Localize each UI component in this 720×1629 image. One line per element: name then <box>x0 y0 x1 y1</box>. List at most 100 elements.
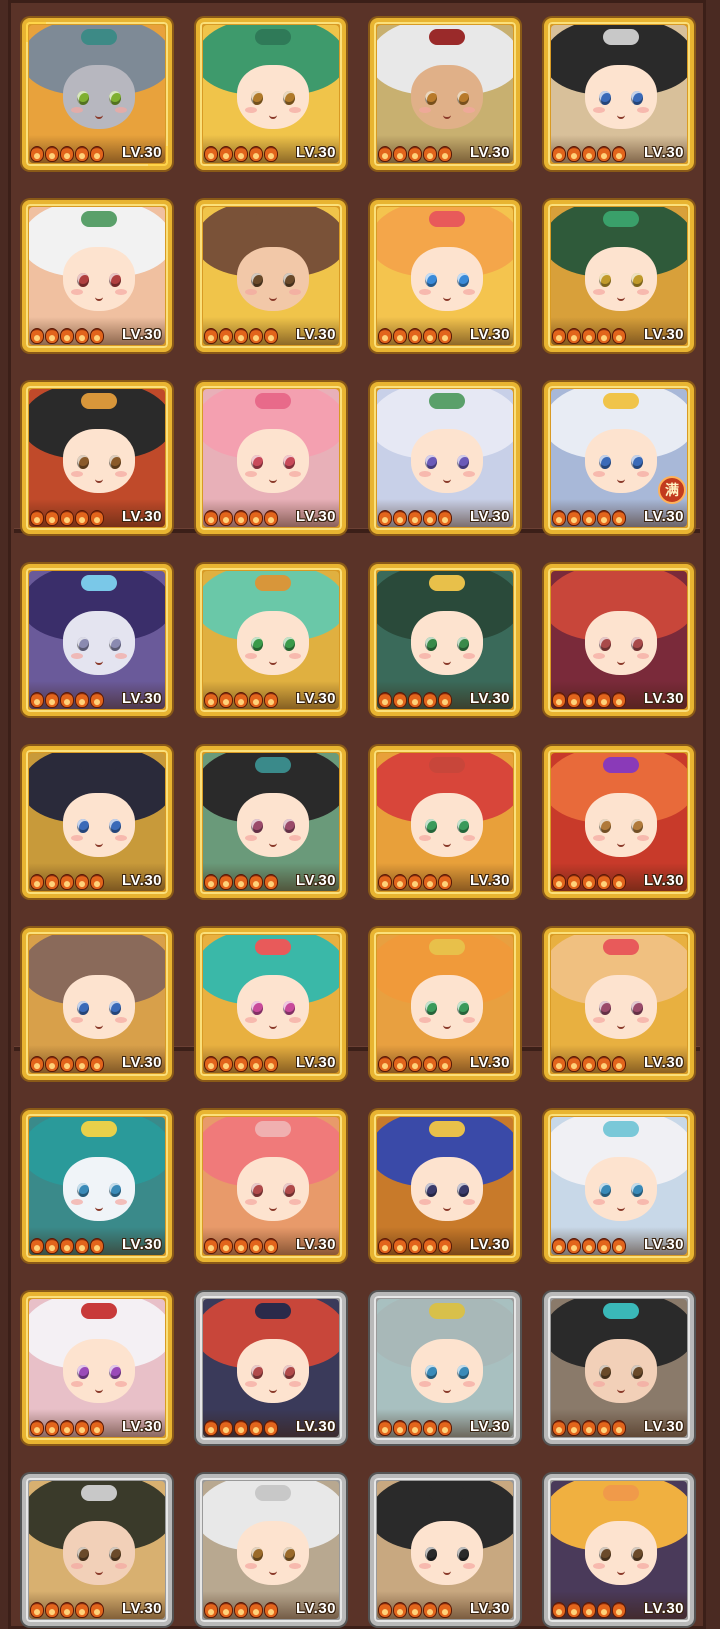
star-rating <box>204 1420 278 1436</box>
hero-mouth <box>617 295 625 301</box>
hero-card[interactable]: LV.30 <box>196 1110 346 1262</box>
hero-card[interactable]: LV.30 满 <box>544 382 694 534</box>
hero-card[interactable]: LV.30 <box>196 564 346 716</box>
hero-card[interactable]: LV.30 <box>22 564 172 716</box>
hero-ornament <box>429 211 465 227</box>
hero-eye <box>425 637 437 651</box>
level-label: LV.30 <box>469 144 510 161</box>
level-label: LV.30 <box>295 1418 336 1435</box>
hero-blush <box>637 653 649 659</box>
flame-star-icon <box>264 874 278 890</box>
flame-star-icon <box>90 692 104 708</box>
star-rating <box>378 1602 452 1618</box>
flame-star-icon <box>45 328 59 344</box>
level-label: LV.30 <box>295 144 336 161</box>
hero-card[interactable]: LV.30 <box>22 1110 172 1262</box>
star-rating <box>552 874 626 890</box>
hero-eye <box>77 819 89 833</box>
star-rating <box>30 146 104 162</box>
flame-star-icon <box>30 1420 44 1436</box>
hero-card[interactable]: LV.30 <box>196 928 346 1080</box>
hero-ornament <box>255 1303 291 1319</box>
flame-star-icon <box>612 1056 626 1072</box>
hero-card[interactable]: LV.30 <box>544 1110 694 1262</box>
flame-star-icon <box>438 692 452 708</box>
hero-card[interactable]: LV.30 <box>196 746 346 898</box>
hero-eye <box>251 637 263 651</box>
hero-card[interactable]: LV.30 <box>370 928 520 1080</box>
hero-card[interactable]: LV.30 <box>370 746 520 898</box>
hero-card[interactable]: LV.30 <box>370 1292 520 1444</box>
hero-blush <box>463 1199 475 1205</box>
flame-star-icon <box>204 146 218 162</box>
hero-blush <box>115 835 127 841</box>
hero-portrait <box>551 1117 687 1255</box>
hero-card[interactable]: LV.30 <box>22 18 172 170</box>
hero-ornament <box>81 1121 117 1137</box>
hero-card[interactable]: LV.30 <box>370 564 520 716</box>
hero-eye <box>251 273 263 287</box>
hero-blush <box>593 289 605 295</box>
hero-card[interactable]: LV.30 <box>22 928 172 1080</box>
flame-star-icon <box>597 328 611 344</box>
hero-portrait <box>203 1481 339 1619</box>
hero-card[interactable]: LV.30 <box>544 928 694 1080</box>
flame-star-icon <box>234 510 248 526</box>
star-rating <box>378 328 452 344</box>
star-rating <box>30 1238 104 1254</box>
hero-eye <box>425 819 437 833</box>
flame-star-icon <box>75 1420 89 1436</box>
hero-card[interactable]: LV.30 <box>22 1474 172 1626</box>
hero-card[interactable]: LV.30 <box>22 200 172 352</box>
hero-card[interactable]: LV.30 <box>196 200 346 352</box>
hero-card[interactable]: LV.30 <box>22 746 172 898</box>
flame-star-icon <box>612 146 626 162</box>
hero-card[interactable]: LV.30 <box>370 18 520 170</box>
hero-ornament <box>81 29 117 45</box>
level-label: LV.30 <box>643 508 684 525</box>
hero-card[interactable]: LV.30 <box>544 200 694 352</box>
flame-star-icon <box>567 1602 581 1618</box>
hero-card[interactable]: LV.30 <box>544 1474 694 1626</box>
star-rating <box>30 874 104 890</box>
hero-blush <box>289 1017 301 1023</box>
flame-star-icon <box>567 1238 581 1254</box>
hero-card[interactable]: LV.30 <box>370 1474 520 1626</box>
hero-card[interactable]: LV.30 <box>544 18 694 170</box>
flame-star-icon <box>552 146 566 162</box>
hero-blush <box>71 107 83 113</box>
flame-star-icon <box>249 874 263 890</box>
hero-mouth <box>95 1387 103 1393</box>
hero-card[interactable]: LV.30 <box>22 382 172 534</box>
hero-card[interactable]: LV.30 <box>544 746 694 898</box>
hero-card[interactable]: LV.30 <box>370 382 520 534</box>
level-label: LV.30 <box>295 1600 336 1617</box>
hero-eye <box>599 273 611 287</box>
flame-star-icon <box>378 874 392 890</box>
flame-star-icon <box>45 510 59 526</box>
hero-face <box>585 247 657 311</box>
hero-blush <box>71 1199 83 1205</box>
hero-eye <box>251 1183 263 1197</box>
hero-card[interactable]: LV.30 <box>196 1292 346 1444</box>
hero-card[interactable]: LV.30 <box>196 1474 346 1626</box>
star-rating <box>378 1420 452 1436</box>
hero-card[interactable]: LV.30 <box>370 1110 520 1262</box>
hero-card[interactable]: LV.30 <box>196 18 346 170</box>
level-label: LV.30 <box>295 326 336 343</box>
hero-card[interactable]: LV.30 <box>196 382 346 534</box>
hero-blush <box>289 653 301 659</box>
hero-mouth <box>443 295 451 301</box>
star-rating <box>378 1238 452 1254</box>
hero-card[interactable]: LV.30 <box>544 1292 694 1444</box>
hero-card[interactable]: LV.30 <box>544 564 694 716</box>
flame-star-icon <box>249 1420 263 1436</box>
hero-blush <box>593 653 605 659</box>
hero-card[interactable]: LV.30 <box>370 200 520 352</box>
hero-card[interactable]: LV.30 <box>22 1292 172 1444</box>
hero-blush <box>637 1563 649 1569</box>
flame-star-icon <box>378 692 392 708</box>
star-rating <box>378 1056 452 1072</box>
hero-face <box>63 611 135 675</box>
flame-star-icon <box>234 874 248 890</box>
